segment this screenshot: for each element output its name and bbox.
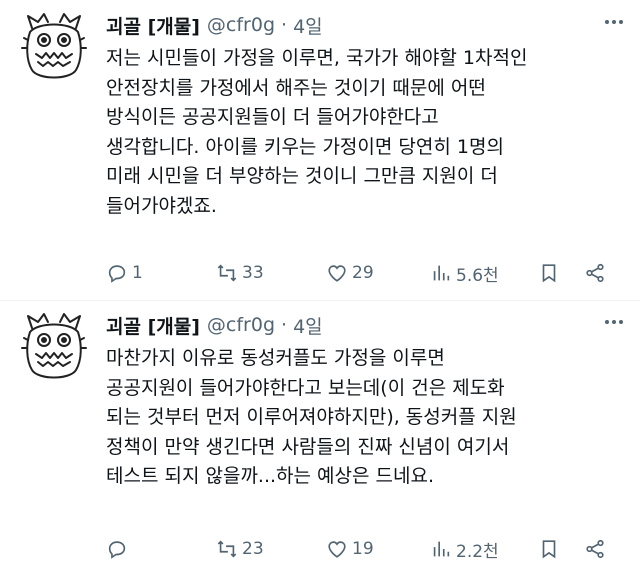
more-dots-icon[interactable] [600, 312, 628, 332]
tweet-line: 안전장치를 가정에서 해주는 것이기 때문에 어떤 [106, 76, 486, 99]
bookmark-button[interactable] [538, 534, 560, 564]
reply-button[interactable] [106, 534, 132, 564]
frog-doodle-avatar [21, 313, 87, 379]
separator: · [281, 14, 288, 36]
views-bar-icon [433, 541, 450, 557]
views-button[interactable]: 2.2천 [430, 534, 499, 564]
like-count: 19 [352, 539, 374, 559]
retweet-count: 23 [242, 539, 264, 559]
tweet-text: 마찬가지 이유로 동성커플도 가정을 이루면 공공지원이 들어가야한다고 보는데… [106, 344, 626, 492]
display-name[interactable]: 괴골 [개물] [106, 12, 200, 39]
views-count: 5.6천 [456, 265, 499, 286]
share-button[interactable] [584, 258, 606, 288]
retweet-button[interactable]: 23 [216, 534, 264, 564]
views-button[interactable]: 5.6천 [430, 258, 499, 288]
share-icon [586, 263, 604, 283]
share-button[interactable] [584, 534, 606, 564]
tweet-line: 미래 시민을 더 부양하는 것이니 그만큼 지원이 더 [106, 165, 498, 188]
separator: · [281, 314, 288, 336]
action-bar: 23 19 2.2천 [100, 534, 620, 564]
bookmark-button[interactable] [538, 258, 560, 288]
more-dots-icon[interactable] [600, 12, 628, 32]
tweet-header: 괴골 [개물] @cfr0g · 4일 [106, 10, 323, 40]
like-button[interactable]: 29 [326, 258, 374, 288]
user-handle[interactable]: @cfr0g [207, 14, 275, 36]
reply-icon [108, 541, 126, 559]
views-bar-icon [433, 265, 450, 281]
reply-button[interactable]: 1 [106, 258, 143, 288]
tweet-line: 생각합니다. 아이를 키우는 가정이면 당연히 1명의 [106, 135, 504, 158]
display-name[interactable]: 괴골 [개물] [106, 312, 200, 339]
retweet-button[interactable]: 33 [216, 258, 264, 288]
share-icon [586, 539, 604, 559]
tweet-line: 테스트 되지 않을까...하는 예상은 드네요. [106, 465, 434, 488]
retweet-icon [217, 264, 237, 282]
tweet[interactable]: 괴골 [개물] @cfr0g · 4일 마찬가지 이유로 동성커플도 가정을 이… [0, 300, 640, 575]
frog-doodle-avatar [21, 13, 87, 79]
tweet-header: 괴골 [개물] @cfr0g · 4일 [106, 310, 323, 340]
heart-icon [328, 541, 346, 558]
avatar[interactable] [18, 8, 90, 86]
action-bar: 1 33 29 5.6천 [100, 258, 620, 288]
tweet-line: 방식이든 공공지원들이 더 들어가야한다고 [106, 106, 439, 129]
tweet[interactable]: 괴골 [개물] @cfr0g · 4일 저는 시민들이 가정을 이루면, 국가가… [0, 0, 640, 300]
timestamp[interactable]: 4일 [293, 12, 323, 39]
tweet-line: 저는 시민들이 가정을 이루면, 국가가 해야할 1차적인 [106, 47, 528, 69]
views-count: 2.2천 [456, 541, 499, 562]
tweet-line: 공공지원이 들어가야한다고 보는데(이 건은 제도화 [106, 376, 505, 399]
retweet-icon [217, 540, 237, 558]
tweet-text: 저는 시민들이 가정을 이루면, 국가가 해야할 1차적인 안전장치를 가정에서… [106, 44, 626, 222]
reply-icon [108, 265, 126, 283]
tweet-line: 되는 것부터 먼저 이루어져야하지만), 동성커플 지원 [106, 406, 517, 429]
bookmark-icon [542, 540, 556, 559]
user-handle[interactable]: @cfr0g [207, 314, 275, 336]
tweet-line: 정책이 만약 생긴다면 사람들의 진짜 신념이 여기서 [106, 435, 510, 458]
reply-count: 1 [132, 263, 143, 283]
tweet-line: 들어가야겠죠. [106, 194, 217, 217]
retweet-count: 33 [242, 263, 264, 283]
like-button[interactable]: 19 [326, 534, 374, 564]
timestamp[interactable]: 4일 [293, 312, 323, 339]
like-count: 29 [352, 263, 374, 283]
heart-icon [328, 265, 346, 282]
bookmark-icon [542, 264, 556, 283]
tweet-line: 마찬가지 이유로 동성커플도 가정을 이루면 [106, 347, 445, 369]
avatar[interactable] [18, 308, 90, 386]
